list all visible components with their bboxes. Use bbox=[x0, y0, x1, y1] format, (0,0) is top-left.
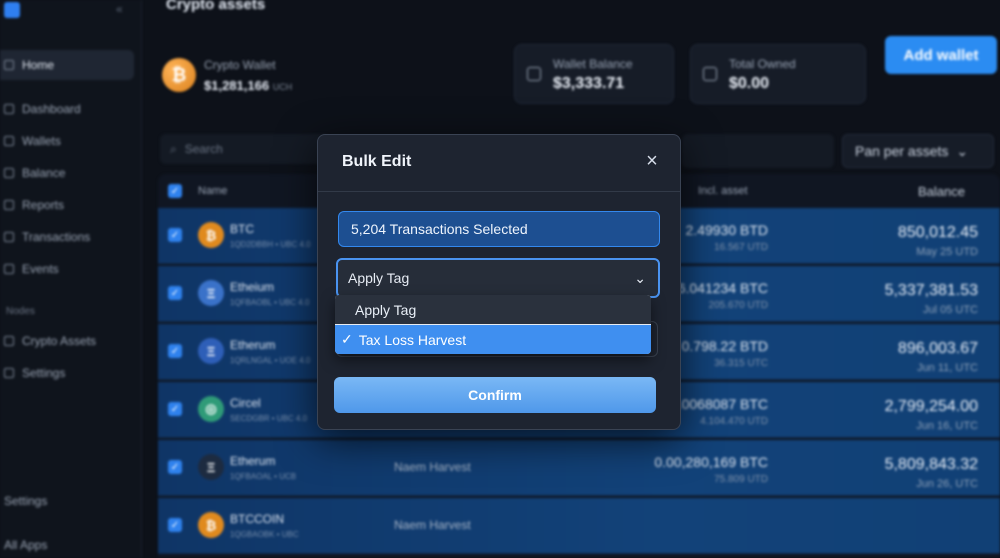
wallet-icon bbox=[4, 136, 14, 146]
total-owned-card: Total Owned $0.00 bbox=[690, 44, 866, 104]
sidebar: « Home Dashboard Wallets Balance Reports… bbox=[0, 0, 142, 558]
sidebar-bottom-all-apps[interactable]: All Apps bbox=[0, 530, 134, 558]
header-balance: Balance bbox=[918, 183, 965, 199]
balance-date: Jun 26, UTC bbox=[916, 478, 978, 490]
sidebar-item-crypto-assets[interactable]: Crypto Assets bbox=[0, 326, 134, 356]
header-name: Name bbox=[198, 185, 228, 197]
page-title: Crypto assets bbox=[166, 0, 266, 13]
sidebar-item-dashboard[interactable]: Dashboard bbox=[0, 94, 134, 124]
option-apply-tag[interactable]: Apply Tag bbox=[335, 295, 651, 324]
wallet-name: Crypto Wallet bbox=[204, 58, 276, 72]
reports-icon bbox=[4, 200, 14, 210]
balance-date: Jun 11, UTC bbox=[917, 362, 978, 374]
asset-address: 1QD2DBBH • UBC 4.0 bbox=[230, 240, 311, 249]
divider bbox=[318, 191, 680, 192]
asset-name: Circel bbox=[230, 396, 261, 410]
balance-cell: 2,799,254.00 bbox=[884, 398, 978, 415]
selection-count-field: 5,204 Transactions Selected bbox=[338, 211, 660, 247]
coin-icon: Ξ bbox=[198, 338, 224, 364]
confirm-button[interactable]: Confirm bbox=[334, 377, 656, 413]
coin-icon: Ξ bbox=[198, 280, 224, 306]
row-checkbox[interactable]: ✓ bbox=[168, 460, 182, 474]
ethereum-icon bbox=[527, 67, 541, 81]
events-icon bbox=[4, 264, 14, 274]
wallet-balance-card: Wallet Balance $3,333.71 bbox=[514, 44, 674, 104]
sidebar-bottom-settings[interactable]: Settings bbox=[0, 486, 134, 516]
select-all-checkbox[interactable]: ✓ bbox=[168, 184, 182, 198]
gear-icon bbox=[4, 368, 14, 378]
chevron-down-icon: ⌄ bbox=[956, 142, 969, 159]
balance-date: Jul 05 UTC bbox=[922, 304, 978, 316]
header-amount: Incl. asset bbox=[698, 185, 748, 197]
asset-name: Etherum bbox=[230, 454, 276, 468]
table-row[interactable]: ✓ Ξ Etherum 1QFBAOAL • UCB Naem Harvest 0.00,… bbox=[158, 440, 1000, 496]
tag-cell: Naem Harvest bbox=[394, 518, 471, 532]
row-checkbox[interactable]: ✓ bbox=[168, 228, 182, 242]
asset-name: BTCCOIN bbox=[230, 512, 284, 526]
sidebar-section-label: Nodes bbox=[6, 306, 35, 317]
app-window: « Home Dashboard Wallets Balance Reports… bbox=[0, 0, 1000, 558]
coin-icon: ₿ bbox=[198, 512, 224, 538]
asset-address: 1QFBAOBL • UBC 4.0 bbox=[230, 298, 310, 307]
apply-tag-select[interactable]: Apply Tag ⌄ bbox=[336, 258, 660, 298]
balance-icon bbox=[4, 168, 14, 178]
sidebar-item-balance[interactable]: Balance bbox=[0, 158, 134, 188]
row-checkbox[interactable]: ✓ bbox=[168, 402, 182, 416]
crypto-icon bbox=[4, 336, 14, 346]
sidebar-item-transactions[interactable]: Transactions bbox=[0, 222, 134, 252]
chevron-down-icon: ⌄ bbox=[634, 270, 646, 286]
option-tax-loss-harvest[interactable]: ✓ Tax Loss Harvest bbox=[335, 325, 651, 354]
asset-name: Etheium bbox=[230, 280, 275, 294]
balance-cell: 5,809,843.32 bbox=[884, 456, 978, 473]
bitcoin-icon: ₿ bbox=[162, 58, 196, 92]
balance-cell: 896,003.67 bbox=[897, 340, 978, 357]
balance-date: Jun 16, UTC bbox=[916, 420, 978, 432]
coin-icon: Ξ bbox=[198, 454, 224, 480]
dashboard-icon bbox=[4, 104, 14, 114]
coin-icon: ₿ bbox=[198, 222, 224, 248]
table-row[interactable]: ✓ ₿ BTCCOIN 1QGBAOBK • UBC Naem Harvest bbox=[158, 498, 1000, 554]
amount-cell: 0.00,280,169 BTC bbox=[654, 454, 768, 470]
tag-dropdown-menu: Apply Tag ✓ Tax Loss Harvest bbox=[335, 295, 651, 354]
wallet-value: $1,281,166 UCH bbox=[204, 78, 293, 93]
logo-icon bbox=[4, 2, 20, 18]
row-checkbox[interactable]: ✓ bbox=[168, 344, 182, 358]
collapse-sidebar-icon[interactable]: « bbox=[116, 2, 123, 16]
home-icon bbox=[4, 60, 14, 70]
check-icon: ✓ bbox=[341, 331, 353, 347]
search-input[interactable]: ⌕ Search bbox=[160, 134, 330, 164]
sidebar-item-events[interactable]: Events bbox=[0, 254, 134, 284]
asset-address: 1QGBAOBK • UBC bbox=[230, 530, 299, 539]
row-checkbox[interactable]: ✓ bbox=[168, 286, 182, 300]
amount-sub: 75.809 UTD bbox=[714, 474, 768, 485]
coin-icon: ◎ bbox=[198, 396, 224, 422]
asset-name: BTC bbox=[230, 222, 254, 236]
bulk-edit-modal: Bulk Edit × 5,204 Transactions Selected … bbox=[317, 134, 681, 430]
sidebar-item-wallets[interactable]: Wallets bbox=[0, 126, 134, 156]
balance-cell: 850,012.45 bbox=[897, 224, 978, 241]
asset-address: 1QRLNGAL • UOE 4.0 bbox=[230, 356, 311, 365]
tag-cell: Naem Harvest bbox=[394, 460, 471, 474]
add-wallet-button[interactable]: Add wallet bbox=[885, 36, 997, 74]
sidebar-item-home[interactable]: Home bbox=[0, 50, 134, 80]
close-icon[interactable]: × bbox=[644, 151, 660, 171]
sidebar-item-settings[interactable]: Settings bbox=[0, 358, 134, 388]
balance-cell: 5,337,381.53 bbox=[884, 282, 978, 299]
asset-address: SECDGBR • UBC 4.0 bbox=[230, 414, 308, 423]
transactions-icon bbox=[4, 232, 14, 242]
wallet-icon bbox=[703, 67, 717, 81]
search-icon: ⌕ bbox=[170, 141, 177, 156]
asset-name: Etherum bbox=[230, 338, 276, 352]
row-checkbox[interactable]: ✓ bbox=[168, 518, 182, 532]
filter-bar[interactable] bbox=[682, 134, 834, 168]
modal-title: Bulk Edit bbox=[342, 153, 412, 170]
balance-date: May 25 UTD bbox=[916, 246, 978, 258]
sidebar-item-reports[interactable]: Reports bbox=[0, 190, 134, 220]
asset-address: 1QFBAOAL • UCB bbox=[230, 472, 297, 481]
pan-per-assets-select[interactable]: Pan per assets ⌄ bbox=[842, 134, 994, 168]
